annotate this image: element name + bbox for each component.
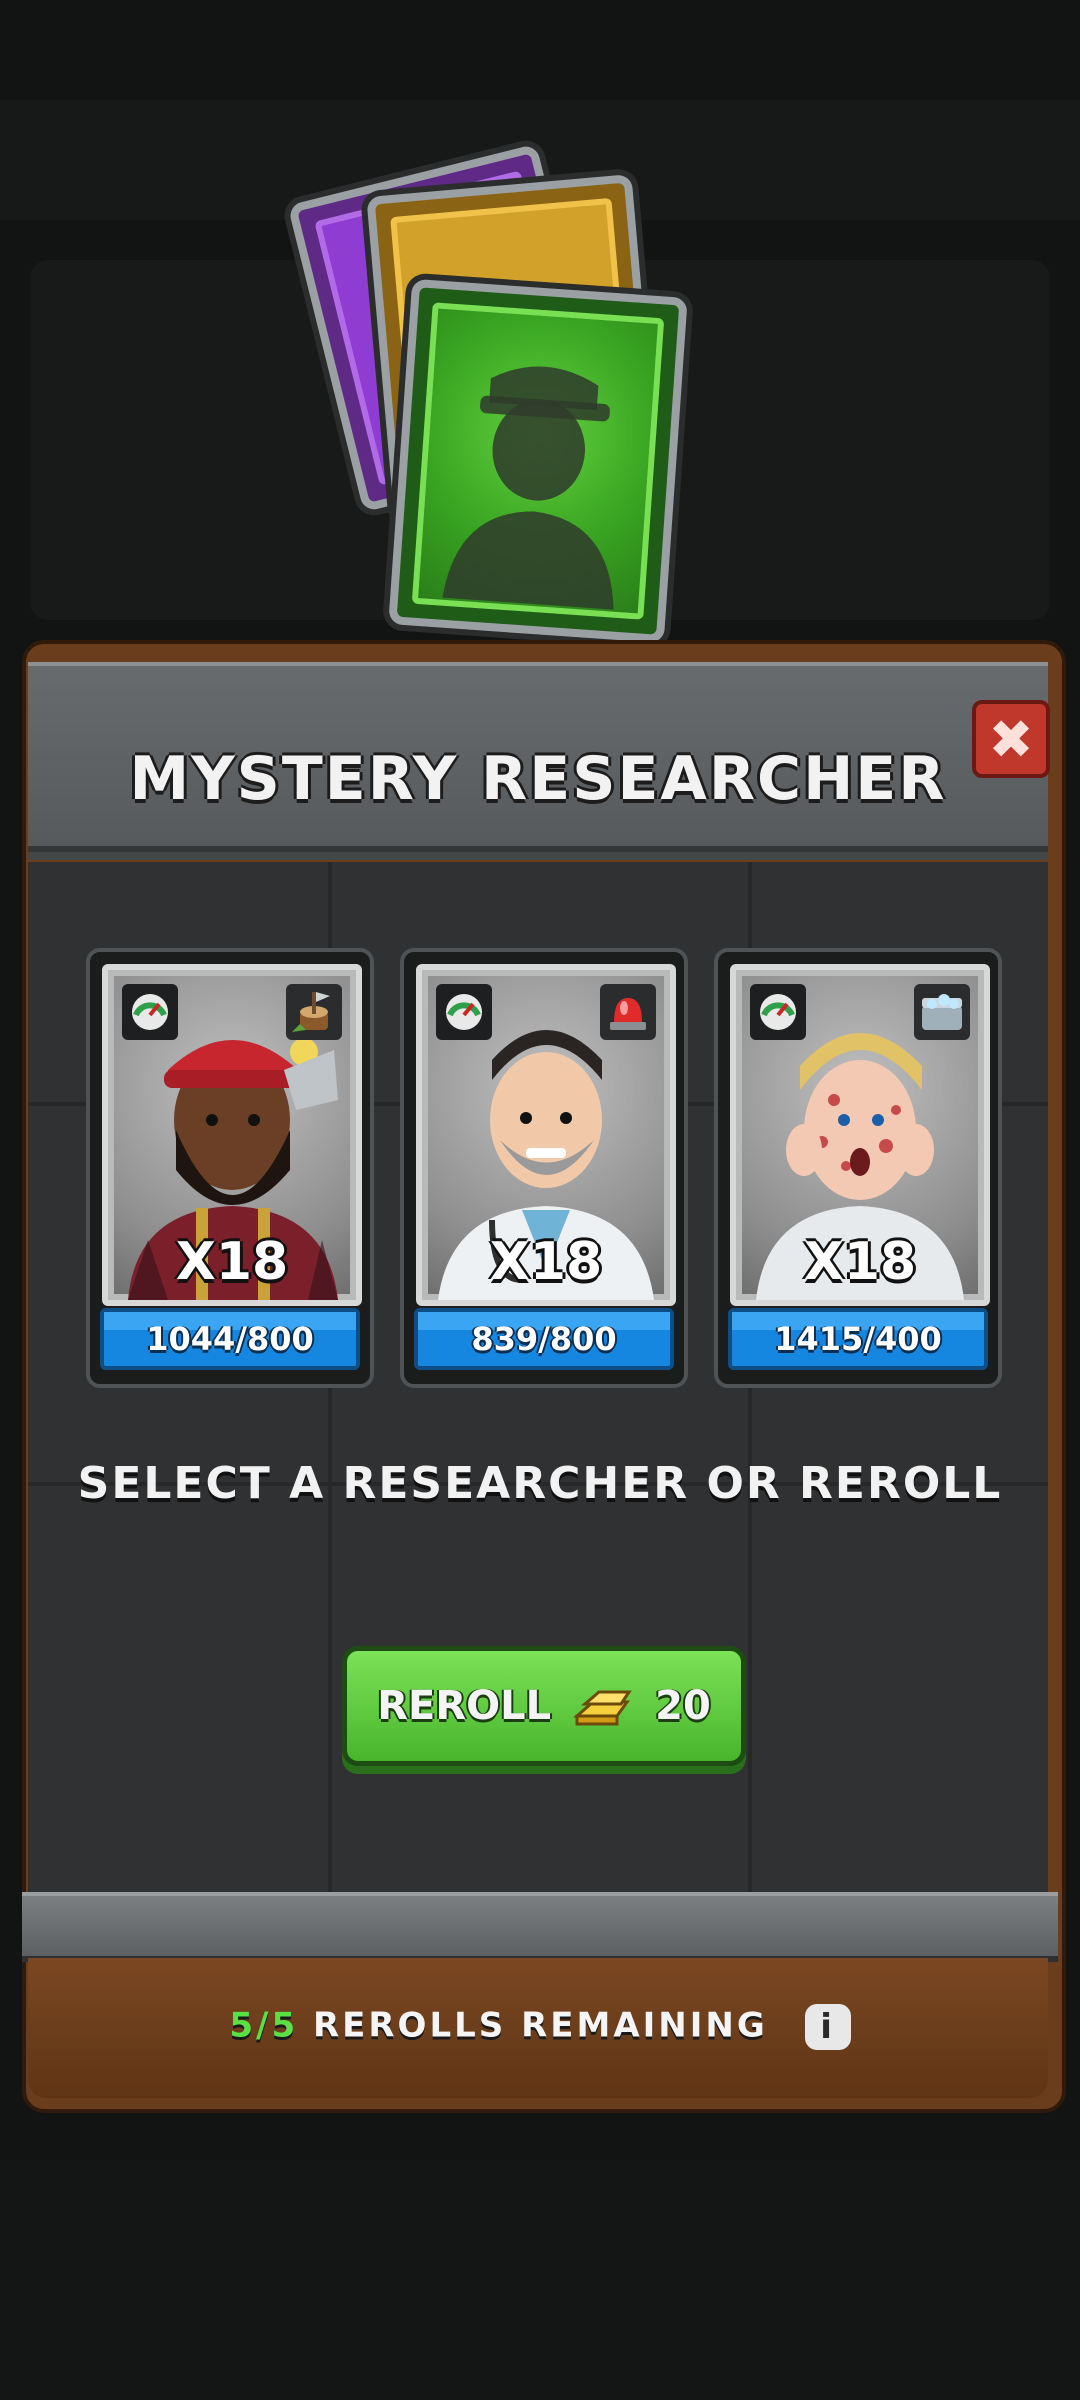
mystery-cards-illustration — [287, 143, 750, 690]
researcher-progress-text: 1044/800 — [146, 1320, 314, 1358]
researcher-card-lumberjack[interactable]: X18 1044/800 — [86, 948, 374, 1388]
researcher-portrait-frame: X18 — [416, 964, 676, 1306]
researcher-card-patient[interactable]: X18 1415/400 — [714, 948, 1002, 1388]
reroll-cost: 20 — [655, 1683, 711, 1729]
researcher-portrait-frame: X18 — [730, 964, 990, 1306]
rerolls-label: REROLLS REMAINING — [312, 2005, 768, 2046]
close-button[interactable]: ✖ — [972, 700, 1050, 778]
researcher-progress-bar: 839/800 — [414, 1308, 674, 1370]
speed-gauge-icon — [750, 984, 806, 1040]
researcher-multiplier: X18 — [803, 1232, 917, 1292]
speed-gauge-icon — [436, 984, 492, 1040]
silhouette-icon — [442, 366, 614, 610]
researcher-multiplier: X18 — [489, 1232, 603, 1292]
modal-footer-rail — [22, 1892, 1058, 1962]
rerolls-count: 5/5 — [229, 2005, 299, 2046]
researcher-card-doctor[interactable]: X18 839/800 — [400, 948, 688, 1388]
reroll-button[interactable]: REROLL 20 — [342, 1646, 746, 1766]
researcher-multiplier: X18 — [175, 1232, 289, 1292]
researcher-progress-bar: 1044/800 — [100, 1308, 360, 1370]
gold-bar-icon — [573, 1690, 632, 1726]
rerolls-remaining: 5/5 REROLLS REMAINING i — [22, 2004, 1058, 2050]
close-icon: ✖ — [988, 707, 1034, 771]
select-prompt: SELECT A RESEARCHER OR REROLL — [77, 1458, 1003, 1509]
reroll-label: REROLL — [377, 1683, 552, 1729]
alarm-siren-icon — [600, 984, 656, 1040]
modal-title: MYSTERY RESEARCHER — [129, 744, 947, 814]
info-icon[interactable]: i — [804, 2004, 851, 2050]
researcher-progress-text: 839/800 — [471, 1320, 617, 1358]
researcher-portrait-frame: X18 — [102, 964, 362, 1306]
ice-chest-icon — [914, 984, 970, 1040]
researcher-progress-bar: 1415/400 — [728, 1308, 988, 1370]
green-mystery-card-icon — [388, 278, 688, 644]
modal-header: MYSTERY RESEARCHER ✖ — [28, 662, 1050, 860]
speed-gauge-icon — [122, 984, 178, 1040]
tree-stump-axe-icon — [286, 984, 342, 1040]
background-bottom-nav — [0, 2160, 1080, 2400]
researcher-progress-text: 1415/400 — [774, 1320, 942, 1358]
